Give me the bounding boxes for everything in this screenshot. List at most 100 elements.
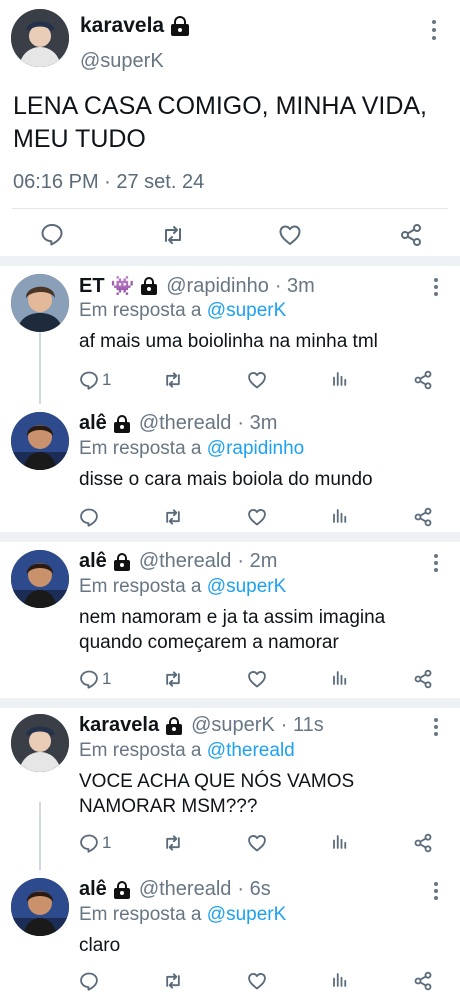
handle[interactable]: @thereald	[139, 550, 232, 573]
share-icon[interactable]	[413, 971, 433, 991]
avatar[interactable]	[11, 412, 69, 470]
tweet-time[interactable]: · 6s	[237, 878, 270, 901]
reply-prefix: Em resposta a	[79, 740, 202, 761]
share-icon[interactable]	[413, 507, 433, 527]
tweet-timestamp[interactable]: 06:16 PM · 27 set. 24	[13, 171, 204, 194]
tweet-text: af mais uma boiolinha na minha tml	[79, 331, 378, 352]
heart-icon[interactable]	[247, 669, 267, 689]
stats-icon[interactable]	[331, 669, 349, 687]
mention-link[interactable]: @superK	[207, 904, 287, 925]
reply-icon[interactable]	[40, 222, 64, 246]
reply-prefix: Em resposta a	[79, 438, 202, 459]
share-icon[interactable]	[413, 833, 433, 853]
tweet-time[interactable]: · 3m	[275, 275, 315, 298]
reply-count: 1	[102, 833, 112, 852]
reply-icon[interactable]	[79, 370, 99, 390]
lock-icon	[113, 880, 131, 899]
tweet-text: LENA CASA COMIGO, MINHA VIDA, MEU TUDO	[13, 92, 427, 153]
handle[interactable]: @thereald	[139, 412, 232, 435]
heart-icon[interactable]	[247, 370, 267, 390]
mention-link[interactable]: @superK	[207, 300, 287, 321]
tweet-text: claro	[79, 935, 121, 956]
display-name[interactable]: alê	[79, 412, 107, 435]
mention-link[interactable]: @thereald	[207, 740, 295, 761]
share-icon[interactable]	[413, 370, 433, 390]
section-separator	[0, 256, 460, 266]
reply-tweet: alê @thereald · 3m Em resposta a @rapidi…	[0, 404, 460, 532]
avatar[interactable]	[11, 714, 69, 772]
author-name-row: alê @thereald · 2m	[79, 550, 277, 573]
reply-prefix: Em resposta a	[79, 300, 202, 321]
tweet-actions	[0, 969, 460, 993]
display-name[interactable]: alê	[79, 878, 107, 901]
retweet-icon[interactable]	[161, 223, 185, 247]
heart-icon[interactable]	[247, 833, 267, 853]
reply-icon[interactable]	[79, 833, 99, 853]
tweet-actions	[0, 218, 460, 252]
avatar[interactable]	[11, 274, 69, 332]
main-tweet: karavela @superK LENA CASA COMIGO, MINHA…	[0, 0, 460, 262]
tweet-time[interactable]: · 2m	[237, 550, 277, 573]
author-name-row: ET 👾 @rapidinho · 3m	[79, 274, 315, 298]
tweet-text: VOCE ACHA QUE NÓS VAMOS NAMORAR MSM???	[79, 771, 355, 817]
stats-icon[interactable]	[331, 971, 349, 989]
display-name[interactable]: ET	[79, 275, 105, 298]
stats-icon[interactable]	[331, 370, 349, 388]
handle[interactable]: @superK	[191, 714, 275, 737]
share-icon[interactable]	[413, 669, 433, 689]
retweet-icon[interactable]	[163, 370, 183, 390]
author-name-row: alê @thereald · 3m	[79, 412, 277, 435]
retweet-icon[interactable]	[163, 669, 183, 689]
handle[interactable]: @rapidinho	[166, 275, 269, 298]
heart-icon[interactable]	[278, 223, 302, 247]
more-icon[interactable]	[433, 554, 439, 574]
lock-icon	[165, 716, 183, 735]
mention-link[interactable]: @rapidinho	[207, 438, 304, 459]
more-icon[interactable]	[433, 718, 439, 738]
reply-context: Em resposta a @superK	[79, 904, 286, 926]
author-name-row: alê @thereald · 6s	[79, 878, 271, 901]
avatar[interactable]	[11, 550, 69, 608]
handle[interactable]: @thereald	[139, 878, 232, 901]
tweet-actions	[0, 505, 460, 529]
display-name[interactable]: karavela	[80, 14, 164, 38]
reply-icon[interactable]	[79, 507, 99, 527]
lock-icon	[140, 277, 158, 295]
tweet-time[interactable]: · 11s	[281, 714, 324, 737]
author-name-row: karavela @superK · 11s	[79, 714, 324, 737]
mention-link[interactable]: @superK	[207, 576, 287, 597]
display-name[interactable]: alê	[79, 550, 107, 573]
more-icon[interactable]	[433, 278, 439, 298]
more-icon[interactable]	[431, 20, 437, 40]
tweet-actions: 1	[0, 831, 460, 855]
retweet-icon[interactable]	[163, 507, 183, 527]
heart-icon[interactable]	[247, 507, 267, 527]
lock-icon	[170, 16, 190, 36]
lock-icon	[113, 552, 131, 571]
share-icon[interactable]	[399, 223, 423, 247]
tweet-actions: 1	[0, 368, 460, 392]
reply-context: Em resposta a @rapidinho	[79, 438, 304, 460]
reply-count: 1	[102, 370, 112, 389]
stats-icon[interactable]	[331, 833, 349, 851]
display-name[interactable]: karavela	[79, 714, 159, 737]
reply-icon[interactable]	[79, 971, 99, 991]
stats-icon[interactable]	[331, 507, 349, 525]
author-name-row: karavela	[80, 14, 190, 38]
avatar[interactable]	[11, 878, 69, 936]
avatar[interactable]	[11, 9, 69, 67]
reply-context: Em resposta a @thereald	[79, 740, 295, 762]
reply-prefix: Em resposta a	[79, 904, 202, 925]
reply-context: Em resposta a @superK	[79, 300, 286, 322]
reply-tweet: alê @thereald · 2m Em resposta a @superK…	[0, 542, 460, 698]
handle[interactable]: @superK	[80, 50, 164, 73]
more-icon[interactable]	[433, 882, 439, 902]
heart-icon[interactable]	[247, 971, 267, 991]
retweet-icon[interactable]	[163, 833, 183, 853]
tweet-time[interactable]: · 3m	[237, 412, 277, 435]
tweet-actions: 1	[0, 667, 460, 691]
retweet-icon[interactable]	[163, 971, 183, 991]
alien-monster-emoji: 👾	[110, 276, 135, 297]
reply-icon[interactable]	[79, 669, 99, 689]
reply-tweet: alê @thereald · 6s Em resposta a @superK…	[0, 870, 460, 1000]
